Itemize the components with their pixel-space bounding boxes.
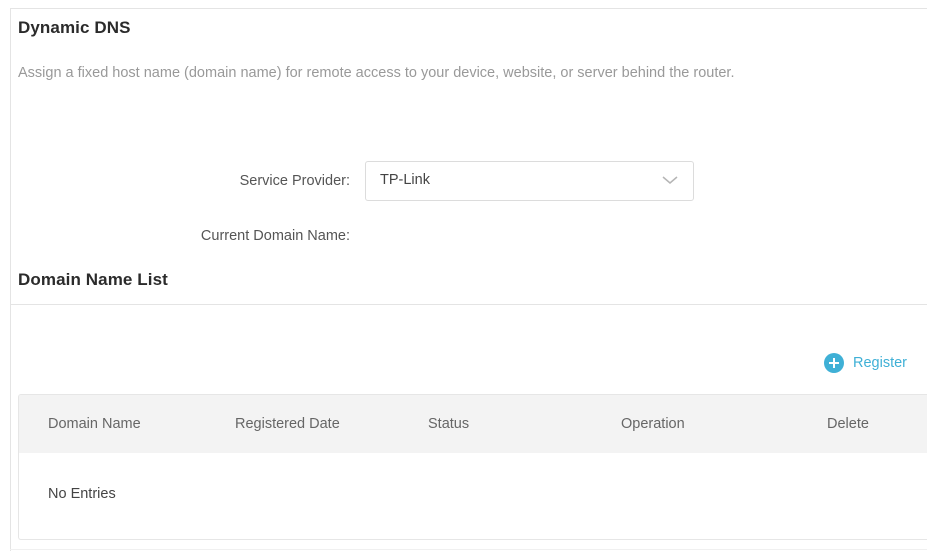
frame-border-top (10, 8, 927, 9)
chevron-down-icon (662, 176, 678, 184)
section-title-domain-name-list: Domain Name List (18, 270, 168, 289)
table-header: Domain Name Registered Date Status Opera… (19, 395, 927, 453)
service-provider-selected-value: TP-Link (380, 172, 430, 188)
current-domain-label: Current Domain Name: (200, 228, 350, 244)
frame-border-bottom (10, 549, 927, 550)
register-button-label: Register (853, 355, 907, 371)
ddns-page: Dynamic DNS Assign a fixed host name (do… (0, 0, 927, 551)
register-button[interactable]: Register (824, 352, 907, 374)
section-title-dynamic-dns: Dynamic DNS (18, 18, 131, 37)
ddns-description: Assign a fixed host name (domain name) f… (18, 65, 735, 81)
column-header-status: Status (428, 416, 470, 432)
column-header-delete: Delete (827, 416, 869, 432)
plus-circle-icon (824, 353, 844, 373)
column-header-operation: Operation (621, 416, 685, 432)
column-header-domain-name: Domain Name (48, 416, 141, 432)
section-divider (10, 304, 927, 305)
column-header-registered-date: Registered Date (235, 416, 340, 432)
service-provider-select[interactable]: TP-Link (365, 161, 694, 201)
service-provider-label: Service Provider: (239, 173, 350, 189)
frame-border-left (10, 8, 11, 551)
domain-name-table: Domain Name Registered Date Status Opera… (18, 394, 927, 540)
table-empty-message: No Entries (48, 486, 116, 502)
